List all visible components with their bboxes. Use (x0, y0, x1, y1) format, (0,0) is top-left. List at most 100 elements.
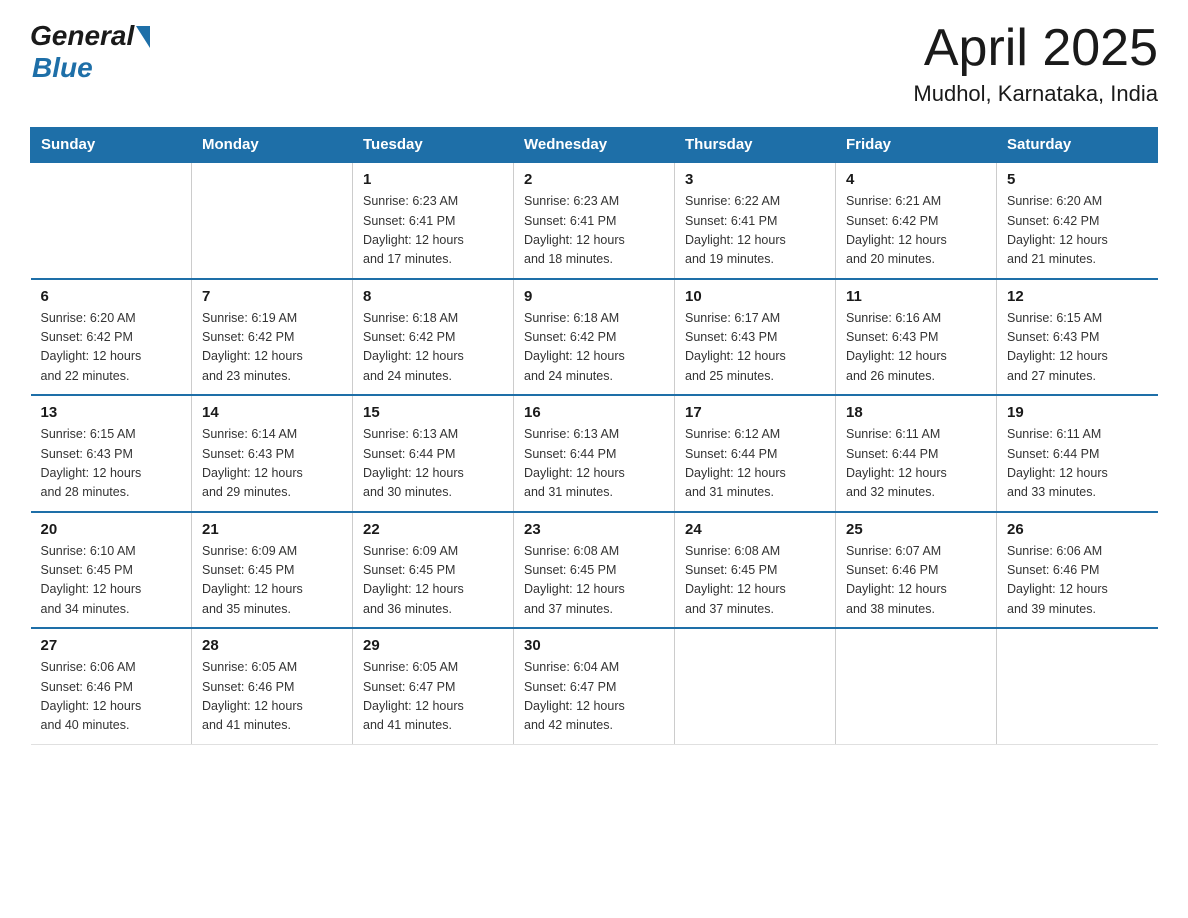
day-number: 25 (846, 521, 986, 538)
logo: General Blue (30, 20, 150, 84)
day-info: Sunrise: 6:07 AM Sunset: 6:46 PM Dayligh… (846, 542, 986, 620)
page-header: General Blue April 2025 Mudhol, Karnatak… (30, 20, 1158, 107)
day-number: 30 (524, 637, 664, 654)
calendar-title: April 2025 (913, 20, 1158, 77)
day-number: 21 (202, 521, 342, 538)
day-info: Sunrise: 6:22 AM Sunset: 6:41 PM Dayligh… (685, 192, 825, 270)
day-info: Sunrise: 6:14 AM Sunset: 6:43 PM Dayligh… (202, 425, 342, 503)
table-row (836, 628, 997, 744)
calendar-week-row: 13 Sunrise: 6:15 AM Sunset: 6:43 PM Dayli… (31, 395, 1158, 512)
table-row: 9 Sunrise: 6:18 AM Sunset: 6:42 PM Daylig… (514, 279, 675, 396)
day-info: Sunrise: 6:05 AM Sunset: 6:46 PM Dayligh… (202, 658, 342, 736)
col-wednesday: Wednesday (514, 128, 675, 163)
day-info: Sunrise: 6:09 AM Sunset: 6:45 PM Dayligh… (202, 542, 342, 620)
day-info: Sunrise: 6:23 AM Sunset: 6:41 PM Dayligh… (524, 192, 664, 270)
day-info: Sunrise: 6:13 AM Sunset: 6:44 PM Dayligh… (363, 425, 503, 503)
table-row: 25 Sunrise: 6:07 AM Sunset: 6:46 PM Dayli… (836, 512, 997, 629)
day-info: Sunrise: 6:12 AM Sunset: 6:44 PM Dayligh… (685, 425, 825, 503)
day-number: 13 (41, 404, 182, 421)
day-number: 23 (524, 521, 664, 538)
table-row (192, 162, 353, 279)
day-info: Sunrise: 6:20 AM Sunset: 6:42 PM Dayligh… (1007, 192, 1148, 270)
day-number: 18 (846, 404, 986, 421)
day-info: Sunrise: 6:06 AM Sunset: 6:46 PM Dayligh… (1007, 542, 1148, 620)
day-number: 16 (524, 404, 664, 421)
table-row: 12Sunrise: 6:15 AM Sunset: 6:43 PM Dayli… (997, 279, 1158, 396)
table-row: 2 Sunrise: 6:23 AM Sunset: 6:41 PM Daylig… (514, 162, 675, 279)
day-number: 22 (363, 521, 503, 538)
table-row: 23 Sunrise: 6:08 AM Sunset: 6:45 PM Dayli… (514, 512, 675, 629)
col-friday: Friday (836, 128, 997, 163)
table-row: 14Sunrise: 6:14 AM Sunset: 6:43 PM Dayli… (192, 395, 353, 512)
day-number: 4 (846, 171, 986, 188)
calendar-week-row: 27 Sunrise: 6:06 AM Sunset: 6:46 PM Dayli… (31, 628, 1158, 744)
table-row: 18Sunrise: 6:11 AM Sunset: 6:44 PM Dayli… (836, 395, 997, 512)
day-number: 26 (1007, 521, 1148, 538)
day-number: 27 (41, 637, 182, 654)
day-number: 6 (41, 288, 182, 305)
table-row: 29 Sunrise: 6:05 AM Sunset: 6:47 PM Dayli… (353, 628, 514, 744)
table-row: 17 Sunrise: 6:12 AM Sunset: 6:44 PM Dayli… (675, 395, 836, 512)
table-row: 7 Sunrise: 6:19 AM Sunset: 6:42 PM Daylig… (192, 279, 353, 396)
day-info: Sunrise: 6:13 AM Sunset: 6:44 PM Dayligh… (524, 425, 664, 503)
day-info: Sunrise: 6:21 AM Sunset: 6:42 PM Dayligh… (846, 192, 986, 270)
day-number: 15 (363, 404, 503, 421)
day-number: 10 (685, 288, 825, 305)
col-tuesday: Tuesday (353, 128, 514, 163)
day-info: Sunrise: 6:15 AM Sunset: 6:43 PM Dayligh… (41, 425, 182, 503)
day-number: 24 (685, 521, 825, 538)
table-row: 13 Sunrise: 6:15 AM Sunset: 6:43 PM Dayli… (31, 395, 192, 512)
day-number: 29 (363, 637, 503, 654)
day-number: 20 (41, 521, 182, 538)
day-info: Sunrise: 6:04 AM Sunset: 6:47 PM Dayligh… (524, 658, 664, 736)
table-row: 15 Sunrise: 6:13 AM Sunset: 6:44 PM Dayli… (353, 395, 514, 512)
day-number: 5 (1007, 171, 1148, 188)
logo-blue-text: Blue (32, 52, 93, 84)
table-row: 4 Sunrise: 6:21 AM Sunset: 6:42 PM Daylig… (836, 162, 997, 279)
col-thursday: Thursday (675, 128, 836, 163)
calendar-header-row: Sunday Monday Tuesday Wednesday Thursday… (31, 128, 1158, 163)
day-info: Sunrise: 6:23 AM Sunset: 6:41 PM Dayligh… (363, 192, 503, 270)
day-info: Sunrise: 6:18 AM Sunset: 6:42 PM Dayligh… (524, 309, 664, 387)
day-number: 12 (1007, 288, 1148, 305)
calendar-subtitle: Mudhol, Karnataka, India (913, 81, 1158, 107)
day-info: Sunrise: 6:06 AM Sunset: 6:46 PM Dayligh… (41, 658, 182, 736)
logo-triangle-icon (136, 26, 150, 48)
day-number: 7 (202, 288, 342, 305)
table-row: 30 Sunrise: 6:04 AM Sunset: 6:47 PM Dayli… (514, 628, 675, 744)
table-row: 21 Sunrise: 6:09 AM Sunset: 6:45 PM Dayli… (192, 512, 353, 629)
col-saturday: Saturday (997, 128, 1158, 163)
col-monday: Monday (192, 128, 353, 163)
table-row: 6 Sunrise: 6:20 AM Sunset: 6:42 PM Daylig… (31, 279, 192, 396)
calendar-week-row: 6 Sunrise: 6:20 AM Sunset: 6:42 PM Daylig… (31, 279, 1158, 396)
day-number: 1 (363, 171, 503, 188)
table-row: 3 Sunrise: 6:22 AM Sunset: 6:41 PM Daylig… (675, 162, 836, 279)
day-info: Sunrise: 6:16 AM Sunset: 6:43 PM Dayligh… (846, 309, 986, 387)
table-row: 26 Sunrise: 6:06 AM Sunset: 6:46 PM Dayli… (997, 512, 1158, 629)
day-info: Sunrise: 6:10 AM Sunset: 6:45 PM Dayligh… (41, 542, 182, 620)
table-row: 24Sunrise: 6:08 AM Sunset: 6:45 PM Dayli… (675, 512, 836, 629)
day-info: Sunrise: 6:20 AM Sunset: 6:42 PM Dayligh… (41, 309, 182, 387)
day-number: 8 (363, 288, 503, 305)
table-row: 11 Sunrise: 6:16 AM Sunset: 6:43 PM Dayli… (836, 279, 997, 396)
table-row: 16 Sunrise: 6:13 AM Sunset: 6:44 PM Dayli… (514, 395, 675, 512)
day-info: Sunrise: 6:11 AM Sunset: 6:44 PM Dayligh… (1007, 425, 1148, 503)
day-number: 19 (1007, 404, 1148, 421)
day-info: Sunrise: 6:05 AM Sunset: 6:47 PM Dayligh… (363, 658, 503, 736)
table-row: 10Sunrise: 6:17 AM Sunset: 6:43 PM Dayli… (675, 279, 836, 396)
calendar-week-row: 20 Sunrise: 6:10 AM Sunset: 6:45 PM Dayli… (31, 512, 1158, 629)
title-block: April 2025 Mudhol, Karnataka, India (913, 20, 1158, 107)
day-info: Sunrise: 6:09 AM Sunset: 6:45 PM Dayligh… (363, 542, 503, 620)
table-row: 20 Sunrise: 6:10 AM Sunset: 6:45 PM Dayli… (31, 512, 192, 629)
table-row (675, 628, 836, 744)
day-number: 9 (524, 288, 664, 305)
day-number: 2 (524, 171, 664, 188)
table-row: 28Sunrise: 6:05 AM Sunset: 6:46 PM Dayli… (192, 628, 353, 744)
day-info: Sunrise: 6:19 AM Sunset: 6:42 PM Dayligh… (202, 309, 342, 387)
table-row: 27 Sunrise: 6:06 AM Sunset: 6:46 PM Dayli… (31, 628, 192, 744)
day-number: 11 (846, 288, 986, 305)
day-number: 17 (685, 404, 825, 421)
day-info: Sunrise: 6:08 AM Sunset: 6:45 PM Dayligh… (524, 542, 664, 620)
day-number: 3 (685, 171, 825, 188)
table-row (997, 628, 1158, 744)
